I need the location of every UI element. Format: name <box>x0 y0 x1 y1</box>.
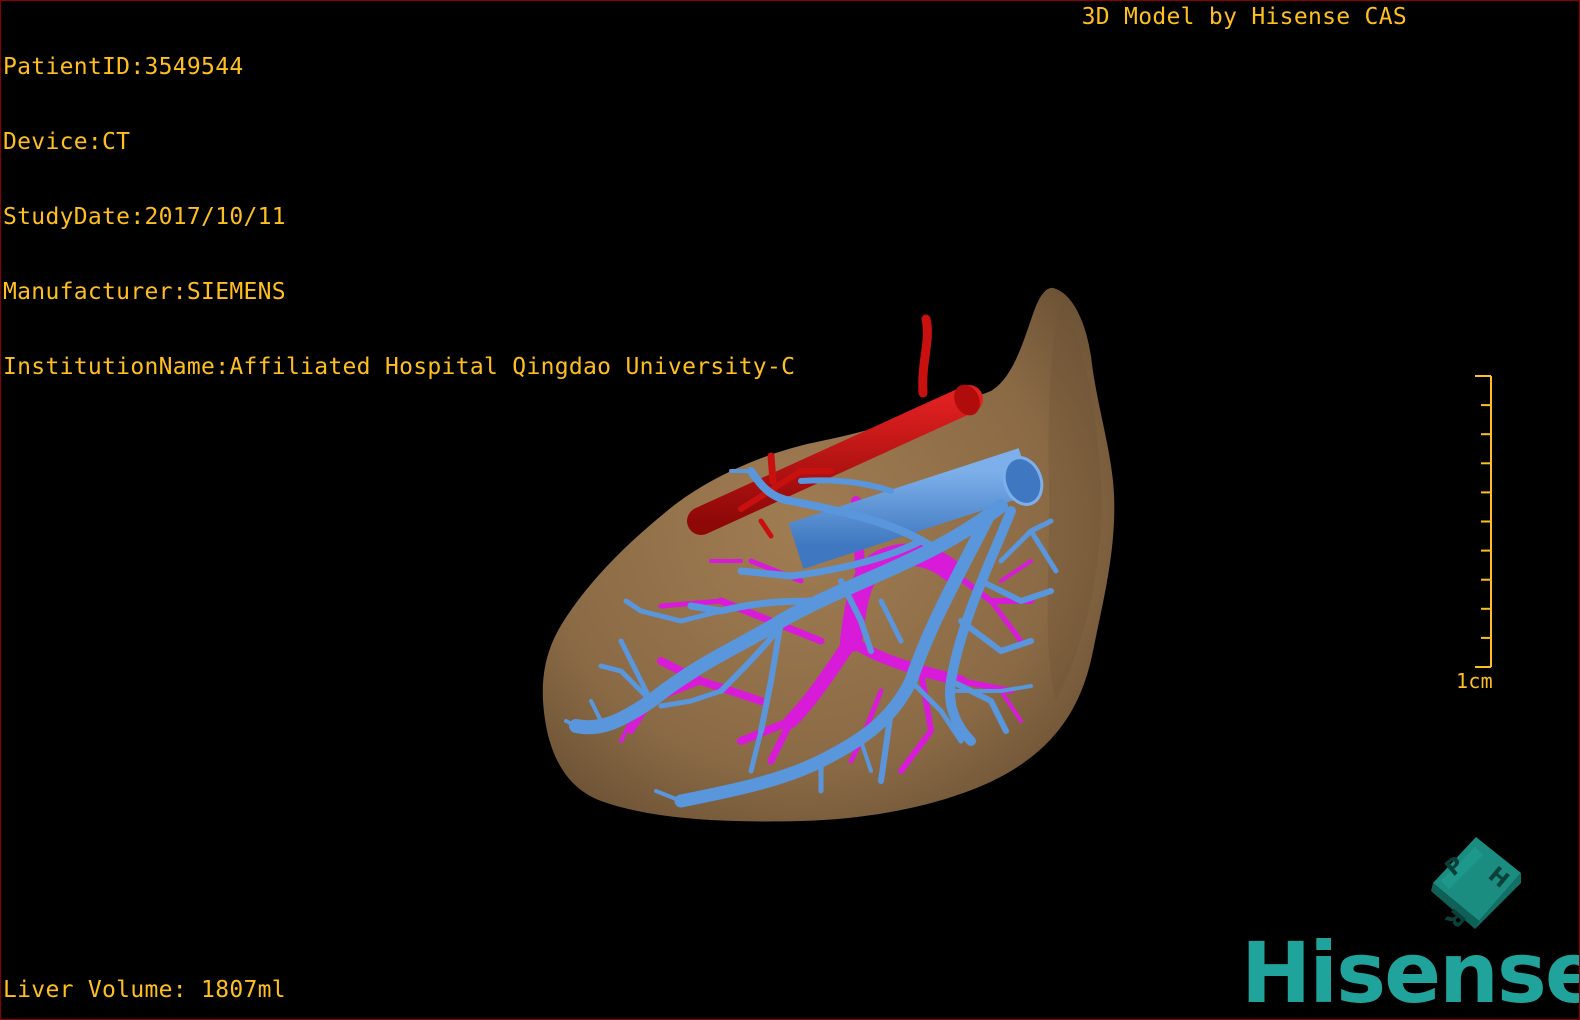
device: Device:CT <box>3 129 131 155</box>
model-credit: 3D Model by Hisense CAS <box>1081 4 1407 30</box>
liver-volume: Liver Volume: 1807ml <box>3 977 286 1003</box>
hisense-logo: Hisense <box>1241 924 1580 1020</box>
scale-bar-label: 1cm <box>1456 669 1494 693</box>
institution-name: InstitutionName:Affiliated Hospital Qing… <box>3 354 796 380</box>
dicom-info-panel: PatientID:3549544 Device:CT StudyDate:20… <box>3 5 795 430</box>
study-date: StudyDate:2017/10/11 <box>3 204 286 230</box>
patient-id: PatientID:3549544 <box>3 54 244 80</box>
3d-viewport[interactable]: PatientID:3549544 Device:CT StudyDate:20… <box>0 0 1580 1020</box>
orientation-cube[interactable]: P H R <box>1421 833 1531 933</box>
scale-bar <box>1475 375 1492 668</box>
manufacturer: Manufacturer:SIEMENS <box>3 279 286 305</box>
